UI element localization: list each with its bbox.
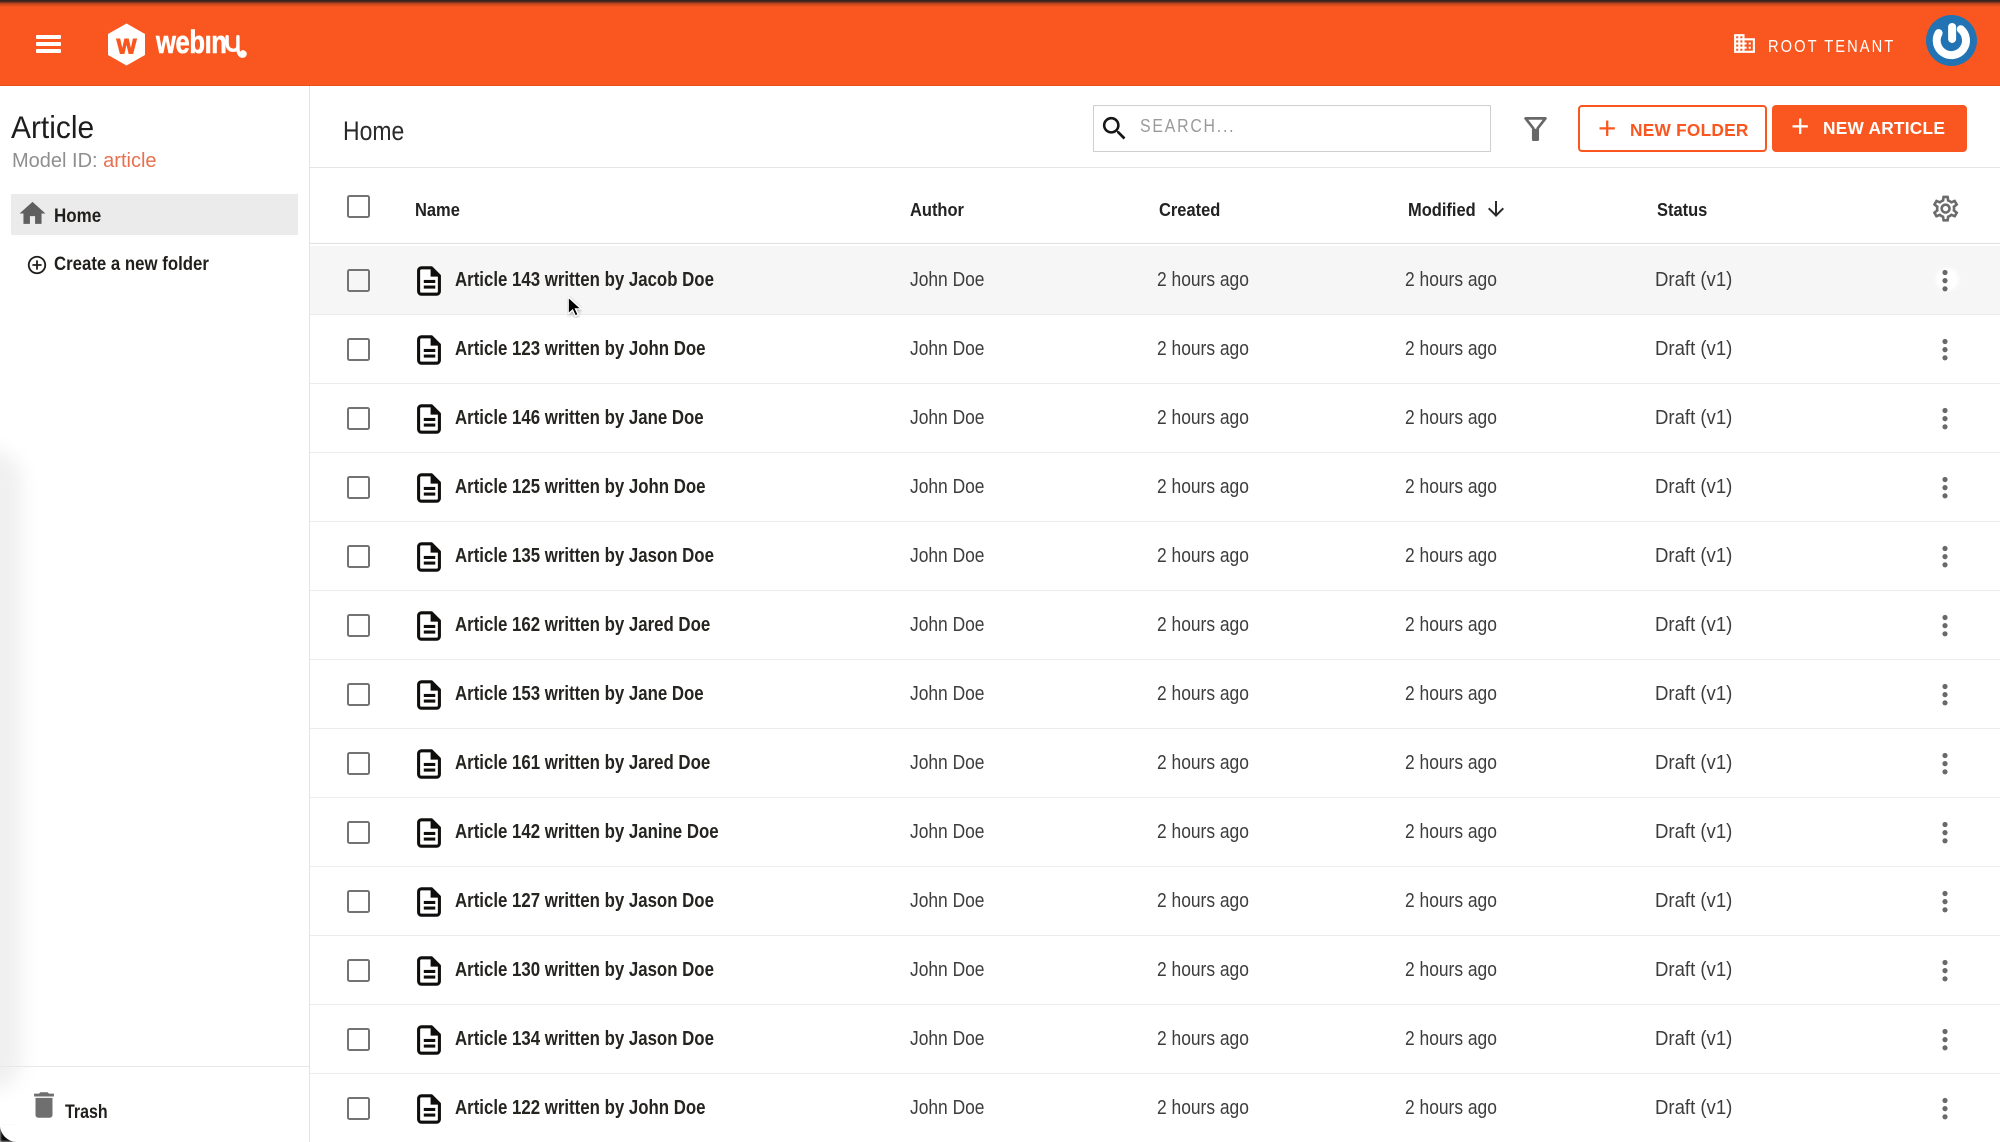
svg-text:W: W (116, 35, 136, 58)
